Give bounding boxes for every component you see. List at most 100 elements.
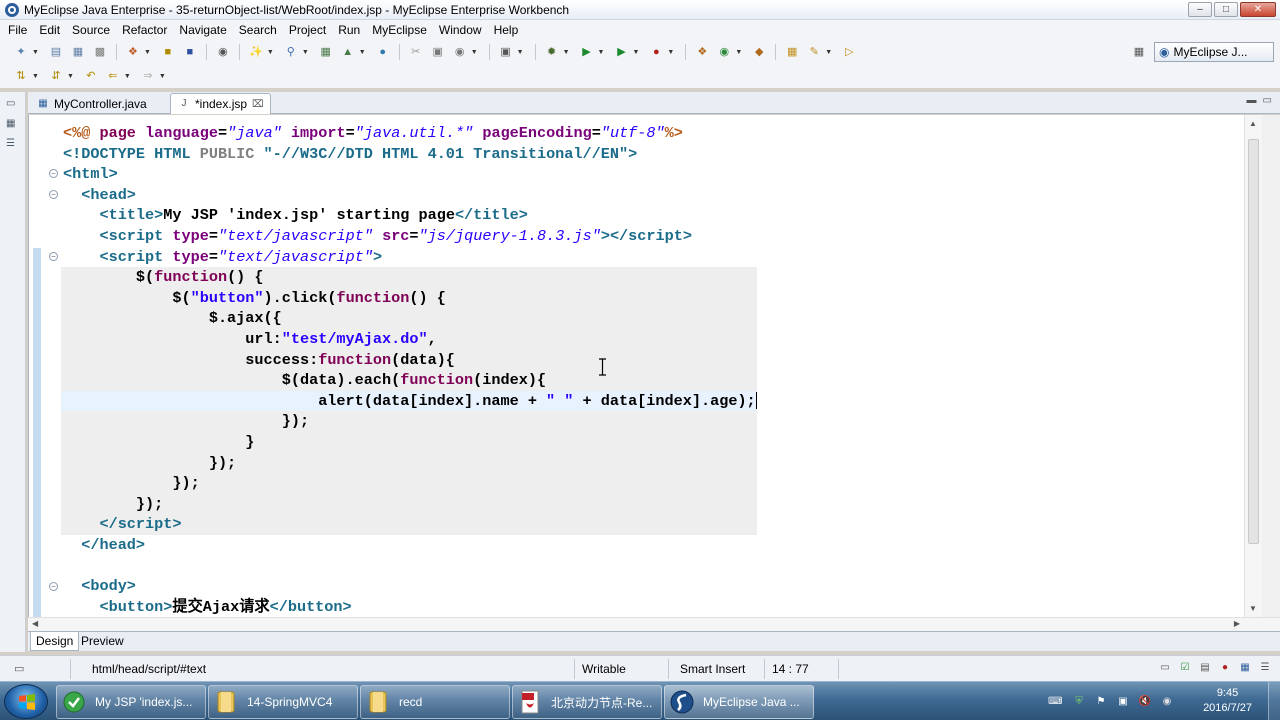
scroll-up-icon[interactable]: ▲ — [1249, 119, 1257, 128]
minimize-button[interactable]: – — [1188, 2, 1212, 17]
menu-refactor[interactable]: Refactor — [116, 23, 173, 37]
hierarchy-icon[interactable]: ☰ — [6, 138, 20, 152]
restore-icon[interactable]: ▭ — [6, 98, 20, 112]
globe-icon[interactable]: ● — [375, 44, 391, 60]
coverage-dropdown-icon[interactable]: ▼ — [667, 49, 674, 56]
cut-icon[interactable]: ✂ — [408, 44, 424, 60]
previous-edit-icon[interactable]: ⇵ — [48, 68, 64, 84]
tab-index-jsp[interactable]: J *index.jsp ⌧ — [170, 93, 271, 114]
taskbar-item-browser[interactable]: My JSP 'index.js... — [56, 685, 206, 719]
print-icon[interactable]: ▩ — [92, 44, 108, 60]
save-icon[interactable]: ▤ — [48, 44, 64, 60]
scroll-right-icon[interactable]: ▶ — [1234, 619, 1240, 628]
clock[interactable]: 9:45 2016/7/27 — [1203, 686, 1252, 716]
pen-icon[interactable]: ✎ — [806, 44, 822, 60]
tab-mycontroller-java[interactable]: ▦ MyController.java — [30, 93, 153, 114]
menu-file[interactable]: File — [2, 23, 33, 37]
search-icon[interactable]: ⚲ — [283, 44, 299, 60]
next-edit-dropdown-icon[interactable]: ▼ — [32, 73, 39, 80]
security-shield-icon[interactable]: ⛨ — [1072, 695, 1086, 709]
maximize-editor-icon[interactable]: ▭ — [1263, 95, 1272, 106]
back-dropdown-icon[interactable]: ▼ — [124, 73, 131, 80]
back-icon[interactable]: ⇐ — [105, 68, 121, 84]
taskbar-item-recd-folder[interactable]: recd — [360, 685, 510, 719]
fast-view-icon[interactable]: ▭ — [14, 662, 24, 675]
web-project-icon[interactable]: ❖ — [125, 44, 141, 60]
outline-icon[interactable]: ☰ — [1258, 661, 1272, 675]
start-button[interactable] — [4, 684, 48, 719]
debug-dropdown-icon[interactable]: ▼ — [563, 49, 570, 56]
trim-restore-icon[interactable]: ▭ — [1158, 661, 1172, 675]
server-icon[interactable]: ■ — [182, 44, 198, 60]
perspective-button[interactable]: ◉ MyEclipse J... — [1154, 42, 1274, 62]
open-perspective-icon[interactable]: ▦ — [1131, 44, 1147, 60]
open-task-icon[interactable]: ◉ — [452, 44, 468, 60]
vertical-scrollbar[interactable]: ▲ ▼ — [1244, 115, 1262, 617]
run-external-icon[interactable]: ▶ — [613, 44, 629, 60]
menu-search[interactable]: Search — [233, 23, 283, 37]
build-icon[interactable]: ▦ — [318, 44, 334, 60]
network-icon[interactable]: ▣ — [1116, 695, 1130, 709]
problems-icon[interactable]: ● — [1218, 661, 1232, 675]
menu-run[interactable]: Run — [332, 23, 366, 37]
open-type-icon[interactable]: ▣ — [430, 44, 446, 60]
last-edit-location-icon[interactable]: ↶ — [83, 68, 99, 84]
minimize-editor-icon[interactable]: ▬ — [1247, 95, 1257, 106]
action-center-icon[interactable]: ⚑ — [1094, 695, 1108, 709]
publish-dropdown-icon[interactable]: ▼ — [359, 49, 366, 56]
wizard-icon[interactable]: ✨ — [248, 44, 264, 60]
menu-window[interactable]: Window — [433, 23, 488, 37]
taskbar-item-myeclipse[interactable]: MyEclipse Java ... — [664, 685, 814, 719]
new-icon[interactable]: ✦ — [13, 44, 29, 60]
web-project-dropdown-icon[interactable]: ▼ — [144, 49, 151, 56]
deploy-icon[interactable]: ■ — [160, 44, 176, 60]
fold-toggle-icon[interactable]: – — [49, 252, 58, 261]
previous-edit-dropdown-icon[interactable]: ▼ — [67, 73, 74, 80]
tab-design[interactable]: Design — [30, 632, 80, 651]
fold-toggle-icon[interactable]: – — [49, 190, 58, 199]
debug-icon[interactable]: ✹ — [544, 44, 560, 60]
fold-toggle-icon[interactable]: – — [49, 582, 58, 591]
maximize-button[interactable]: □ — [1214, 2, 1238, 17]
open-folder-icon[interactable]: ▦ — [784, 44, 800, 60]
tasks-icon[interactable]: ☑ — [1178, 661, 1192, 675]
servers-icon[interactable]: ▦ — [1238, 661, 1252, 675]
scroll-thumb[interactable] — [1248, 139, 1259, 544]
pen-dropdown-icon[interactable]: ▼ — [825, 49, 832, 56]
run-icon[interactable]: ▶ — [579, 44, 595, 60]
taskbar-item-pdf[interactable]: 北京动力节点-Re... — [512, 685, 662, 719]
coverage-icon[interactable]: ● — [648, 44, 664, 60]
open-type-hierarchy-icon[interactable]: ◆ — [751, 44, 767, 60]
new-java-project-icon[interactable]: ❖ — [694, 44, 710, 60]
menu-navigate[interactable]: Navigate — [173, 23, 232, 37]
run-external-dropdown-icon[interactable]: ▼ — [632, 49, 639, 56]
forward-dropdown-icon[interactable]: ▼ — [159, 73, 166, 80]
horizontal-scrollbar[interactable]: ◀ ▶ — [28, 617, 1280, 631]
toggle-view-icon[interactable]: ▣ — [498, 44, 514, 60]
menu-edit[interactable]: Edit — [33, 23, 66, 37]
scroll-down-icon[interactable]: ▼ — [1249, 604, 1257, 613]
toggle-view-dropdown-icon[interactable]: ▼ — [517, 49, 524, 56]
fold-toggle-icon[interactable]: – — [49, 169, 58, 178]
wizard-dropdown-icon[interactable]: ▼ — [267, 49, 274, 56]
search-dropdown-icon[interactable]: ▼ — [302, 49, 309, 56]
menu-myeclipse[interactable]: MyEclipse — [366, 23, 433, 37]
volume-muted-icon[interactable]: 🔇 — [1138, 695, 1152, 709]
publish-icon[interactable]: ▲ — [340, 44, 356, 60]
show-desktop-button[interactable] — [1268, 682, 1280, 720]
close-button[interactable]: ✕ — [1240, 2, 1276, 17]
menu-help[interactable]: Help — [488, 23, 525, 37]
save-all-icon[interactable]: ▦ — [70, 44, 86, 60]
new-package-dropdown-icon[interactable]: ▼ — [735, 49, 742, 56]
menu-project[interactable]: Project — [283, 23, 332, 37]
code-area[interactable]: <%@ page language="java" import="java.ut… — [61, 123, 757, 617]
next-annotation-icon[interactable]: ▷ — [841, 44, 857, 60]
new-dropdown-icon[interactable]: ▼ — [32, 49, 39, 56]
open-task-dropdown-icon[interactable]: ▼ — [471, 49, 478, 56]
tab-preview[interactable]: Preview — [76, 632, 129, 651]
package-explorer-icon[interactable]: ▦ — [6, 118, 20, 132]
tray-app-icon[interactable]: ◉ — [1160, 695, 1174, 709]
code-editor[interactable]: – – – – <%@ page language="java" import=… — [28, 115, 1262, 617]
new-package-icon[interactable]: ◉ — [716, 44, 732, 60]
scroll-left-icon[interactable]: ◀ — [32, 619, 38, 628]
